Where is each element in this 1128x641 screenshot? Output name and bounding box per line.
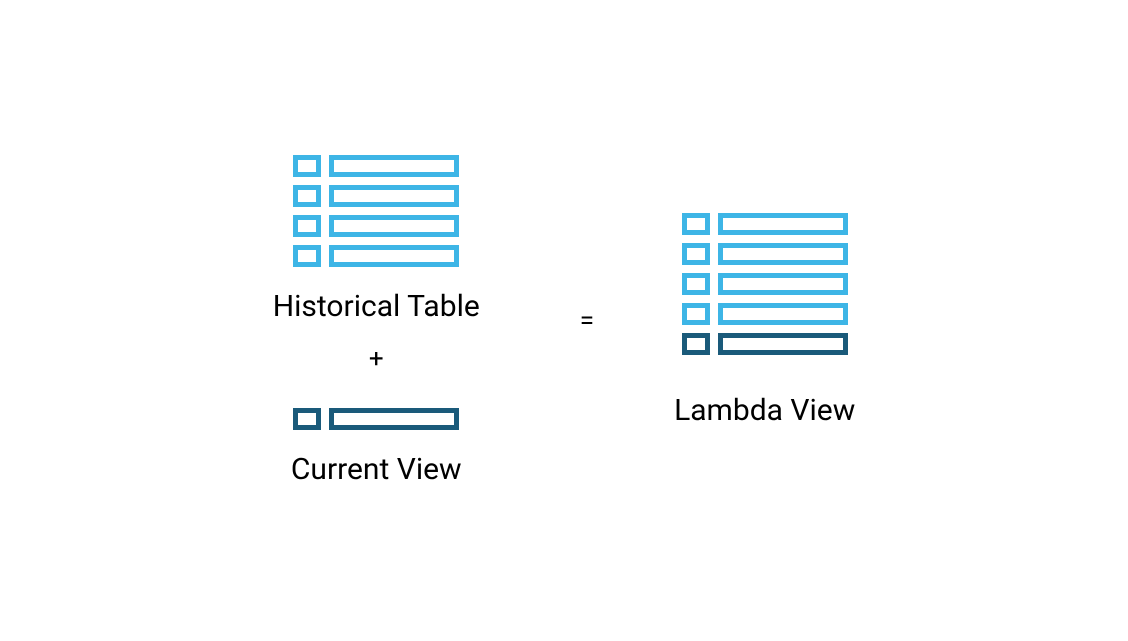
diagram-container: Historical Table + Current View = xyxy=(0,0,1128,641)
cell-large-icon xyxy=(718,243,848,265)
table-row xyxy=(293,155,459,177)
cell-small-icon xyxy=(682,243,710,265)
current-view-icon xyxy=(293,408,459,430)
cell-small-icon xyxy=(682,213,710,235)
left-column: Historical Table + Current View xyxy=(273,155,480,487)
historical-table-label: Historical Table xyxy=(273,289,480,324)
historical-table-icon xyxy=(293,155,459,267)
cell-small-icon xyxy=(293,185,321,207)
current-view-label: Current View xyxy=(291,452,462,487)
cell-large-icon xyxy=(329,185,459,207)
historical-table-block: Historical Table xyxy=(273,155,480,324)
cell-small-icon xyxy=(682,333,710,355)
lambda-view-label: Lambda View xyxy=(674,393,855,428)
cell-small-icon xyxy=(293,155,321,177)
table-row xyxy=(682,303,848,325)
cell-large-icon xyxy=(329,215,459,237)
lambda-view-icon xyxy=(682,213,848,355)
cell-large-icon xyxy=(329,155,459,177)
cell-large-icon xyxy=(329,245,459,267)
table-row xyxy=(682,333,848,355)
cell-small-icon xyxy=(682,273,710,295)
cell-large-icon xyxy=(718,333,848,355)
table-row xyxy=(293,245,459,267)
cell-small-icon xyxy=(293,245,321,267)
plus-operator: + xyxy=(369,344,384,374)
table-row xyxy=(293,408,459,430)
cell-small-icon xyxy=(682,303,710,325)
table-row xyxy=(682,273,848,295)
table-row xyxy=(293,215,459,237)
current-view-block: Current View xyxy=(291,408,462,487)
cell-small-icon xyxy=(293,215,321,237)
equals-operator: = xyxy=(580,306,594,336)
cell-large-icon xyxy=(718,303,848,325)
cell-large-icon xyxy=(718,213,848,235)
cell-large-icon xyxy=(329,408,459,430)
table-row xyxy=(682,243,848,265)
table-row xyxy=(293,185,459,207)
right-column: Lambda View xyxy=(674,213,855,428)
table-row xyxy=(682,213,848,235)
cell-small-icon xyxy=(293,408,321,430)
cell-large-icon xyxy=(718,273,848,295)
